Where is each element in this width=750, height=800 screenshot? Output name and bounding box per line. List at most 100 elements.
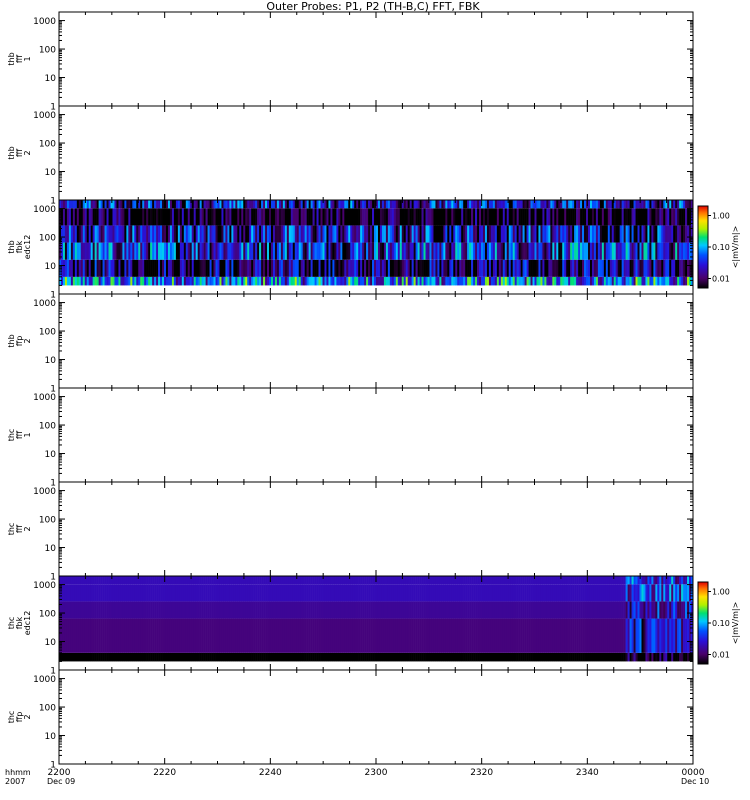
spectrogram-cell [597, 225, 601, 243]
spectrogram-cell [231, 242, 234, 260]
spectrogram-cell [171, 199, 175, 209]
spectrogram-cell [498, 575, 502, 585]
spectrogram-cell [679, 575, 682, 585]
plot-figure: Outer Probes: P1, P2 (TH-B,C) FFT, FBK 1… [5, 0, 740, 786]
spectrogram-cell [677, 242, 680, 260]
spectrogram-cell [316, 584, 319, 602]
spectrogram-cell [140, 242, 143, 260]
spectrogram-cell [187, 225, 191, 243]
colorbar-tick-label: 0.10 [712, 243, 730, 252]
spectrogram-cell [64, 242, 68, 260]
spectrogram-cell [358, 276, 361, 286]
spectrogram-cell [587, 584, 591, 602]
spectrogram-cell [88, 199, 91, 209]
spectrogram-cell [229, 618, 232, 653]
spectrogram-cell [370, 652, 373, 662]
spectrogram-cell [447, 652, 450, 662]
spectrogram-cell [211, 618, 214, 653]
spectrogram-cell [215, 225, 218, 243]
spectrogram-cell [667, 652, 670, 662]
spectrogram-cell [623, 259, 626, 277]
spectrogram-cell [540, 276, 543, 286]
spectrogram-cell [481, 601, 484, 619]
spectrogram-cell [165, 601, 169, 619]
spectrogram-cell [203, 601, 206, 619]
spectrogram-cell [64, 208, 68, 226]
spectrogram-cell [120, 601, 123, 619]
spectrogram-cell [467, 199, 470, 209]
spectrogram-cell [449, 259, 452, 277]
spectrogram-cell [60, 652, 64, 662]
spectrogram-cell [437, 225, 440, 243]
spectrogram-cell [435, 575, 438, 585]
spectrogram-cell [653, 575, 656, 585]
spectrogram-cell [118, 208, 121, 226]
spectrogram-cell [498, 225, 502, 243]
spectrogram-cell [415, 259, 418, 277]
spectrogram-cell [449, 242, 452, 260]
spectrogram-cell [429, 584, 432, 602]
spectrogram-cell [429, 618, 432, 653]
spectrogram-cell [514, 601, 517, 619]
spectrogram-cell [417, 276, 420, 286]
spectrogram-cell [318, 584, 321, 602]
spectrogram-cell [457, 601, 460, 619]
spectrogram-cell [490, 242, 494, 260]
spectrogram-cell [619, 584, 622, 602]
spectrogram-cell [162, 259, 165, 277]
spectrogram-cell [344, 584, 347, 602]
spectrogram-cell [152, 584, 155, 602]
spectrogram-cell [492, 601, 496, 619]
spectrogram-cell [110, 601, 113, 619]
spectrogram-cell [552, 259, 555, 277]
spectrogram-cell [641, 584, 644, 602]
spectrogram-cell [603, 618, 607, 653]
spectrogram-cell [132, 225, 135, 243]
spectrogram-cell [213, 601, 216, 619]
spectrogram-cell [486, 208, 490, 226]
spectrogram-cell [255, 242, 258, 260]
spectrogram-cell [526, 208, 529, 226]
spectrogram-cell [165, 225, 169, 243]
spectrogram-cell [473, 259, 476, 277]
spectrogram-cell [78, 618, 82, 653]
spectrogram-cell [128, 225, 131, 243]
spectrogram-cell [506, 652, 510, 662]
spectrogram-cell [80, 208, 84, 226]
spectrogram-cell [92, 276, 95, 286]
spectrogram-cell [556, 575, 559, 585]
spectrogram-cell [116, 199, 119, 209]
spectrogram-cell [193, 199, 196, 209]
spectrogram-cell [158, 601, 161, 619]
spectrogram-cell [514, 242, 517, 260]
spectrogram-cell [164, 601, 167, 619]
spectrogram-cell [211, 575, 214, 585]
spectrogram-cell [586, 652, 589, 662]
spectrogram-cell [516, 276, 519, 286]
spectrogram-cell [486, 601, 490, 619]
spectrogram-cell [356, 276, 359, 286]
spectrogram-cell [124, 276, 127, 286]
spectrogram-cell [146, 575, 149, 585]
spectrogram-cell [484, 584, 488, 602]
spectrogram-cell [609, 242, 613, 260]
spectrogram-cell [102, 276, 105, 286]
spectrogram-cell [506, 242, 510, 260]
spectrogram-cell [128, 199, 131, 209]
spectrogram-cell [526, 259, 529, 277]
spectrogram-cell [619, 199, 622, 209]
spectrogram-cell [98, 259, 101, 277]
spectrogram-cell [80, 276, 84, 286]
spectrogram-cell [306, 276, 309, 286]
spectrogram-cell [469, 584, 472, 602]
spectrogram-cell [560, 242, 563, 260]
spectrogram-cell [419, 242, 422, 260]
spectrogram-cell [122, 601, 125, 619]
spectrogram-cell [249, 259, 252, 277]
spectrogram-cell [62, 652, 66, 662]
spectrogram-cell [124, 575, 127, 585]
spectrogram-cell [443, 199, 446, 209]
spectrogram-cell [280, 242, 284, 260]
spectrogram-cell [134, 208, 137, 226]
spectrogram-cell [270, 575, 274, 585]
